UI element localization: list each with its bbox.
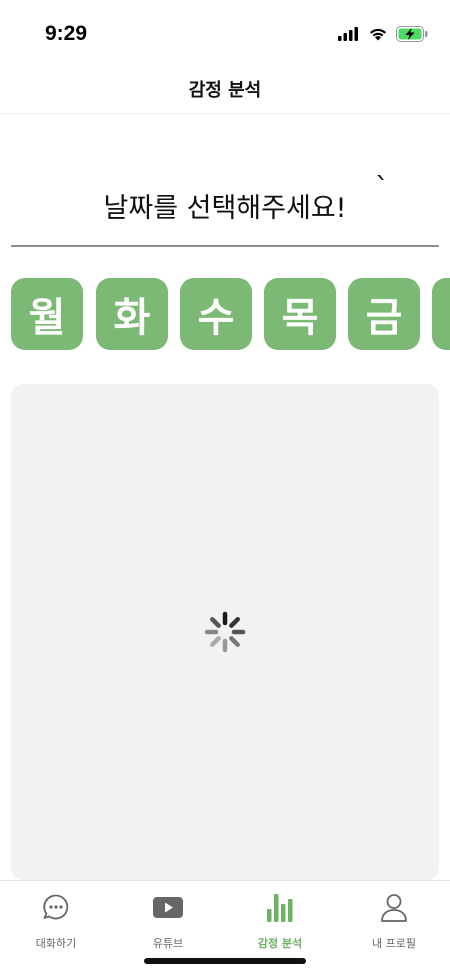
tab-youtube[interactable]: 유튜브: [112, 891, 224, 951]
battery-charging-icon: [396, 26, 428, 42]
tab-emotion-analysis-label: 감정 분석: [257, 937, 303, 950]
tab-chat[interactable]: 대화하기: [0, 891, 112, 951]
date-picker[interactable]: 날짜를 선택해주세요! `: [11, 172, 439, 247]
status-icons: [338, 26, 428, 42]
status-bar: 9:29: [0, 0, 450, 64]
home-indicator: [144, 958, 306, 964]
page-title: 감정 분석: [188, 79, 262, 101]
signal-icon: [338, 27, 358, 41]
tab-chat-label: 대화하기: [35, 937, 77, 950]
status-time: 9:29: [45, 22, 88, 45]
profile-icon: [381, 894, 407, 922]
loading-spinner-icon: [204, 611, 246, 653]
day-button-thu[interactable]: 목: [264, 278, 336, 350]
tab-emotion-analysis[interactable]: 감정 분석: [224, 891, 336, 951]
bar-chart-icon: [267, 894, 293, 922]
nav-bar: 감정 분석: [0, 64, 450, 114]
day-button-mon[interactable]: 월: [11, 278, 83, 350]
tab-youtube-label: 유튜브: [152, 937, 184, 950]
screen: 9:29 감정 분석 날짜를 선택해주세요! ` 월 화 수 목 금 대화하기 …: [0, 0, 450, 975]
wifi-icon: [370, 28, 386, 41]
tab-profile[interactable]: 내 프로필: [338, 891, 450, 951]
youtube-play-icon: [153, 897, 183, 918]
day-button-wed[interactable]: 수: [180, 278, 252, 350]
emotion-chart-card: [11, 384, 439, 880]
day-button-tue[interactable]: 화: [96, 278, 168, 350]
tab-profile-label: 내 프로필: [372, 937, 416, 950]
day-selector: 월 화 수 목 금: [11, 278, 450, 350]
day-button-fri[interactable]: 금: [348, 278, 420, 350]
day-button-sat[interactable]: [432, 278, 450, 350]
chat-bubble-icon: [43, 894, 69, 920]
dropdown-caret: `: [375, 171, 389, 204]
